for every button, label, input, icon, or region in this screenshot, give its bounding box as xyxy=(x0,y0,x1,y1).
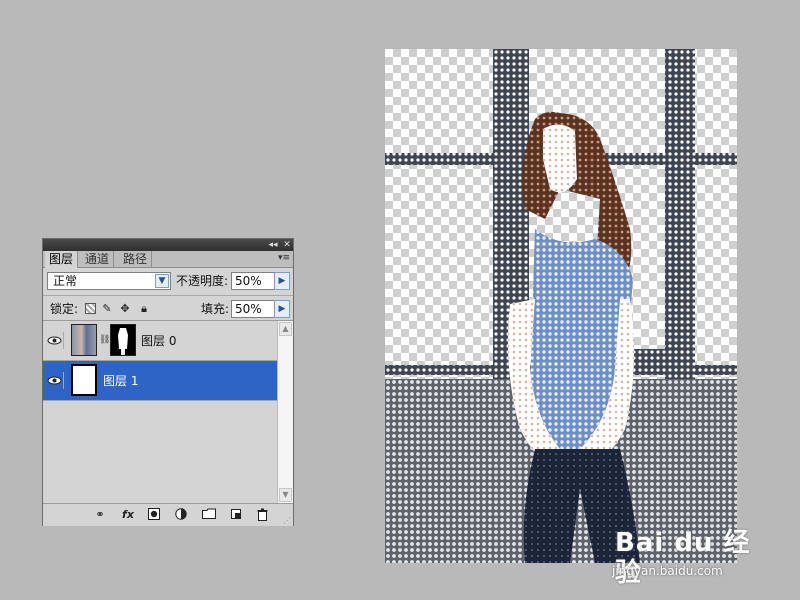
blend-mode-value: 正常 xyxy=(53,274,78,288)
fill-label: 填充: xyxy=(201,302,230,316)
layer-list: ⛓ 图层 0 图层 1 xyxy=(43,321,277,503)
scroll-down-icon[interactable]: ▼ xyxy=(279,488,292,502)
chevron-down-icon[interactable]: ▼ xyxy=(155,274,169,288)
document-canvas[interactable] xyxy=(385,49,737,563)
lock-all-icon[interactable]: 🔒︎ xyxy=(138,303,150,315)
close-icon[interactable]: ✕ xyxy=(281,239,293,251)
layer-row-0[interactable]: ⛓ 图层 0 xyxy=(43,321,277,361)
fx-icon[interactable]: fx xyxy=(119,508,137,522)
tab-paths[interactable]: 路径 xyxy=(119,251,153,267)
baidu-jingyan-watermark: Bai du 经验 jingyan.baidu.com xyxy=(610,520,760,590)
trash-icon[interactable] xyxy=(255,508,269,522)
panel-tabs: 图层 通道 路径 ▾≡ xyxy=(43,251,293,268)
tab-channels[interactable]: 通道 xyxy=(81,251,115,267)
fill-input[interactable]: 50% xyxy=(231,300,275,318)
link-icon[interactable]: ⚭ xyxy=(91,508,109,522)
blend-mode-select[interactable]: 正常 ▼ xyxy=(47,272,171,290)
layer-name[interactable]: 图层 1 xyxy=(103,373,138,389)
layer-name[interactable]: 图层 0 xyxy=(141,333,176,349)
collapse-icon[interactable]: ◂◂ xyxy=(267,239,279,251)
mask-icon[interactable] xyxy=(147,508,161,522)
layer-thumbnail[interactable] xyxy=(71,324,97,356)
layers-panel: ◂◂ ✕ 图层 通道 路径 ▾≡ 正常 ▼ 不透明度: 50% ▶ 锁定: ✎ … xyxy=(42,238,294,526)
lock-label: 锁定: xyxy=(50,302,79,316)
layer-row-1[interactable]: 图层 1 xyxy=(43,361,277,401)
panel-bottom-toolbar: ⚭ fx ⋰ xyxy=(43,503,293,526)
scroll-up-icon[interactable]: ▲ xyxy=(279,322,292,336)
opacity-input[interactable]: 50% xyxy=(231,272,275,290)
resize-grip-icon[interactable]: ⋰ xyxy=(283,516,291,525)
halftone-photo xyxy=(385,49,737,563)
chain-link-icon[interactable]: ⛓ xyxy=(99,335,110,345)
tab-layers[interactable]: 图层 xyxy=(45,251,79,268)
fill-arrow-icon[interactable]: ▶ xyxy=(274,300,290,318)
new-layer-icon[interactable] xyxy=(229,508,243,522)
layer-thumbnail[interactable] xyxy=(71,364,97,396)
adjustment-icon[interactable] xyxy=(174,508,188,522)
group-folder-icon[interactable] xyxy=(201,508,217,522)
lock-move-icon[interactable]: ✥ xyxy=(119,303,131,315)
eye-icon[interactable] xyxy=(46,372,64,389)
watermark-logo: Bai du 经验 xyxy=(615,528,751,588)
watermark-url: jingyan.baidu.com xyxy=(612,564,723,578)
lock-brush-icon[interactable]: ✎ xyxy=(101,303,113,315)
lock-transparent-icon[interactable] xyxy=(85,303,96,314)
layer-mask-thumbnail[interactable] xyxy=(110,324,136,356)
opacity-arrow-icon[interactable]: ▶ xyxy=(274,272,290,290)
panel-menu-icon[interactable]: ▾≡ xyxy=(278,253,290,263)
layer-list-scrollbar[interactable]: ▲ ▼ xyxy=(277,321,293,503)
divider xyxy=(43,295,293,296)
panel-titlebar[interactable]: ◂◂ ✕ xyxy=(43,239,293,251)
opacity-label: 不透明度: xyxy=(176,274,229,288)
eye-icon[interactable] xyxy=(46,332,64,349)
